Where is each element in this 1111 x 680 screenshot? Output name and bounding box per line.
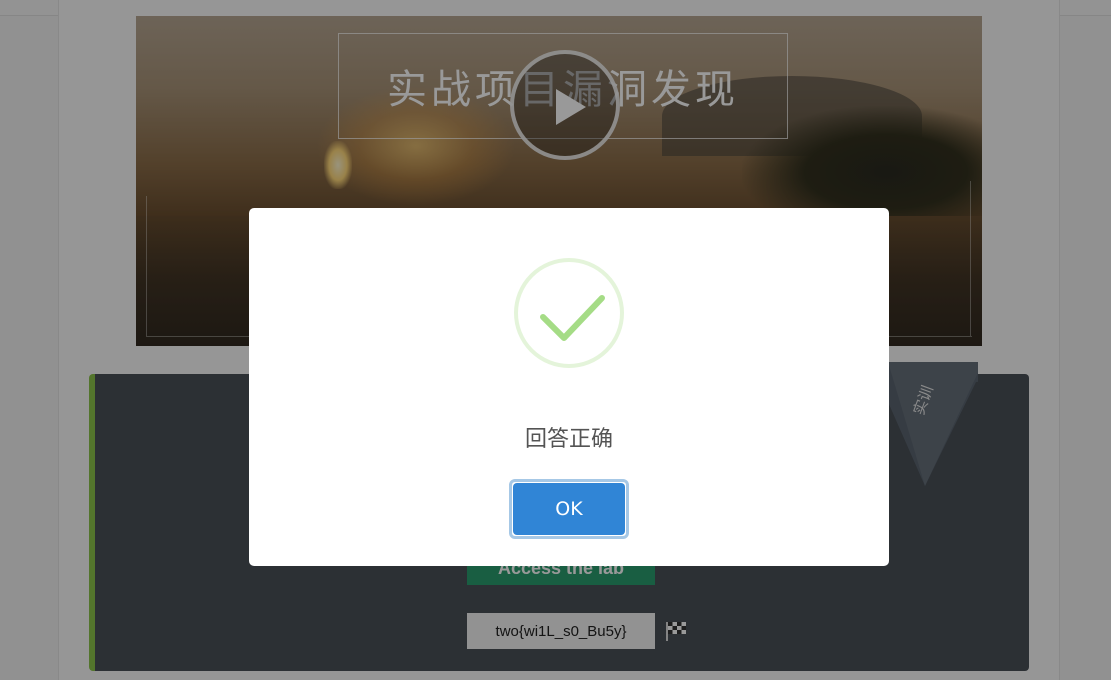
ok-button-label: OK	[513, 483, 625, 535]
ok-button[interactable]: OK	[509, 479, 629, 539]
success-check-icon	[514, 258, 624, 368]
success-dialog: 回答正确 OK	[249, 208, 889, 566]
dialog-message: 回答正确	[524, 427, 613, 452]
